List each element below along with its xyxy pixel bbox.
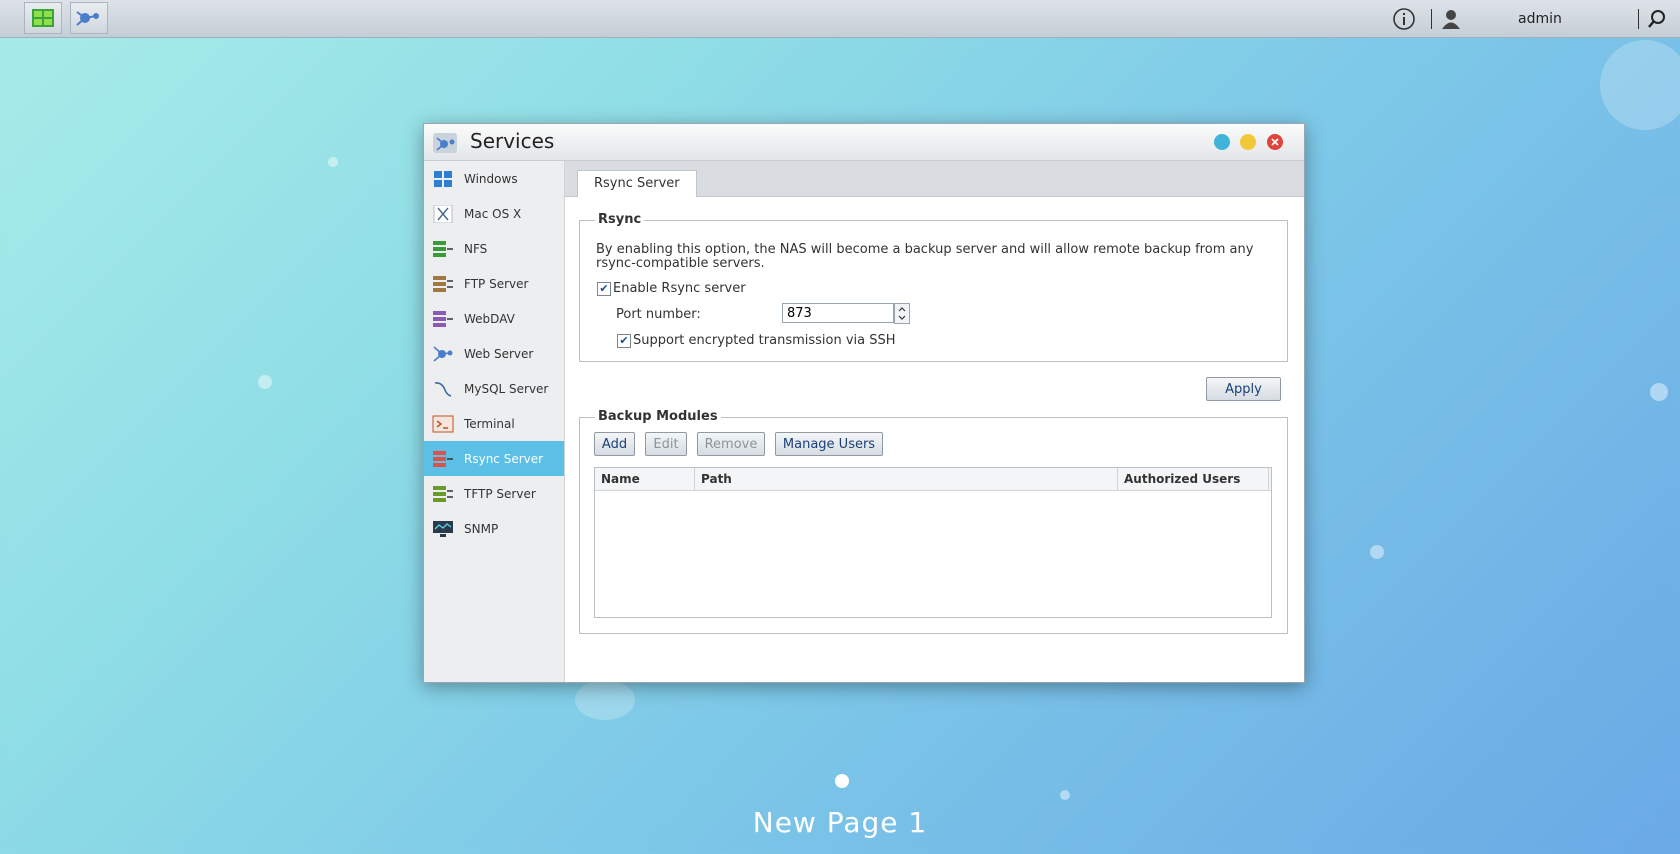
enable-rsync-checkbox[interactable]: ✔ xyxy=(597,282,611,296)
column-header-name[interactable]: Name xyxy=(595,468,695,490)
bokeh-light xyxy=(328,157,338,167)
enable-rsync-label: Enable Rsync server xyxy=(613,281,746,296)
port-stepper[interactable] xyxy=(894,303,910,324)
stepper-arrows-icon xyxy=(898,307,906,320)
backup-modules-legend: Backup Modules xyxy=(595,409,721,424)
desktop-page-label: New Page 1 xyxy=(752,806,928,839)
webdav-icon xyxy=(432,310,454,328)
grid-menu-icon xyxy=(32,9,54,27)
rsync-description: By enabling this option, the NAS will be… xyxy=(596,242,1254,271)
rsync-legend: Rsync xyxy=(595,212,645,227)
sidebar-item-label: Web Server xyxy=(464,346,534,361)
snmp-icon xyxy=(432,520,454,538)
username-label[interactable]: admin xyxy=(1518,0,1562,37)
web-server-icon xyxy=(432,345,454,363)
sidebar-item-rsync-server[interactable]: Rsync Server xyxy=(424,441,564,476)
bokeh-light xyxy=(1060,790,1070,800)
taskbar: admin xyxy=(0,0,1680,38)
divider xyxy=(1638,8,1639,29)
sidebar-item-label: Mac OS X xyxy=(464,206,522,221)
ssh-label: Support encrypted transmission via SSH xyxy=(633,333,896,348)
main-menu-button[interactable] xyxy=(24,2,62,34)
sidebar-item-ftp-server[interactable]: FTP Server xyxy=(424,266,564,301)
ssh-checkbox[interactable]: ✔ xyxy=(617,334,631,348)
services-sidebar: Windows Mac OS X NFS FTP Server WebDAV W xyxy=(424,161,565,682)
window-titlebar[interactable]: Services xyxy=(424,124,1304,161)
sidebar-item-mac-os-x[interactable]: Mac OS X xyxy=(424,196,564,231)
add-button[interactable]: Add xyxy=(594,432,635,456)
backup-modules-fieldset: Backup Modules Add Edit Remove Manage Us… xyxy=(579,409,1288,634)
sidebar-item-label: SNMP xyxy=(464,521,499,536)
sidebar-item-label: Windows xyxy=(464,171,518,186)
sidebar-item-label: WebDAV xyxy=(464,311,515,326)
column-header-path[interactable]: Path xyxy=(695,468,1118,490)
rsync-fieldset: Rsync By enabling this option, the NAS w… xyxy=(579,212,1288,362)
sidebar-item-nfs[interactable]: NFS xyxy=(424,231,564,266)
edit-button[interactable]: Edit xyxy=(645,432,687,456)
windows-icon xyxy=(432,170,454,188)
rsync-panel: Rsync Server Rsync By enabling this opti… xyxy=(565,161,1304,682)
help-button[interactable] xyxy=(1214,134,1230,150)
window-title: Services xyxy=(470,129,555,153)
mac-icon xyxy=(432,204,454,223)
services-taskbar-button[interactable] xyxy=(70,2,108,34)
sidebar-item-mysql-server[interactable]: MySQL Server xyxy=(424,371,564,406)
page-indicator-dot[interactable] xyxy=(835,774,849,788)
sidebar-item-webdav[interactable]: WebDAV xyxy=(424,301,564,336)
sidebar-item-label: MySQL Server xyxy=(464,381,549,396)
remove-button[interactable]: Remove xyxy=(697,432,765,456)
tab-rsync-server[interactable]: Rsync Server xyxy=(577,170,697,197)
table-header: Name Path Authorized Users xyxy=(595,468,1271,491)
sidebar-item-label: Terminal xyxy=(464,416,515,431)
sidebar-item-label: NFS xyxy=(464,241,488,256)
divider xyxy=(1431,8,1432,29)
sidebar-item-label: TFTP Server xyxy=(464,486,536,501)
sidebar-item-windows[interactable]: Windows xyxy=(424,161,564,196)
sidebar-item-snmp[interactable]: SNMP xyxy=(424,511,564,546)
apply-button[interactable]: Apply xyxy=(1206,377,1281,401)
search-icon[interactable] xyxy=(1647,9,1667,29)
port-number-input[interactable] xyxy=(782,303,894,323)
close-icon xyxy=(1271,138,1279,146)
port-number-label: Port number: xyxy=(616,307,701,322)
nfs-icon xyxy=(432,240,454,258)
bokeh-light xyxy=(258,375,272,389)
rsync-icon xyxy=(432,450,454,468)
bokeh-light xyxy=(1600,40,1680,130)
sidebar-item-label: FTP Server xyxy=(464,276,529,291)
ftp-icon xyxy=(432,275,454,293)
backup-modules-table: Name Path Authorized Users xyxy=(594,467,1272,618)
sidebar-item-terminal[interactable]: Terminal xyxy=(424,406,564,441)
tftp-icon xyxy=(432,485,454,503)
bokeh-light xyxy=(1370,545,1384,559)
sidebar-item-label: Rsync Server xyxy=(464,451,544,466)
sidebar-item-web-server[interactable]: Web Server xyxy=(424,336,564,371)
tab-bar: Rsync Server xyxy=(565,161,1304,197)
terminal-icon xyxy=(432,415,454,433)
column-header-authorized-users[interactable]: Authorized Users xyxy=(1118,468,1269,490)
sidebar-item-tftp-server[interactable]: TFTP Server xyxy=(424,476,564,511)
services-icon xyxy=(433,133,457,153)
close-button[interactable] xyxy=(1267,134,1283,150)
info-icon[interactable] xyxy=(1392,7,1416,31)
mysql-icon xyxy=(432,380,454,398)
bokeh-light xyxy=(575,680,635,720)
minimize-button[interactable] xyxy=(1240,134,1256,150)
manage-users-button[interactable]: Manage Users xyxy=(775,432,883,456)
services-icon xyxy=(76,11,99,26)
bokeh-light xyxy=(1650,383,1668,401)
services-window: Services Windows Mac OS X NFS FTP Server xyxy=(423,123,1305,683)
user-icon[interactable] xyxy=(1440,8,1462,30)
